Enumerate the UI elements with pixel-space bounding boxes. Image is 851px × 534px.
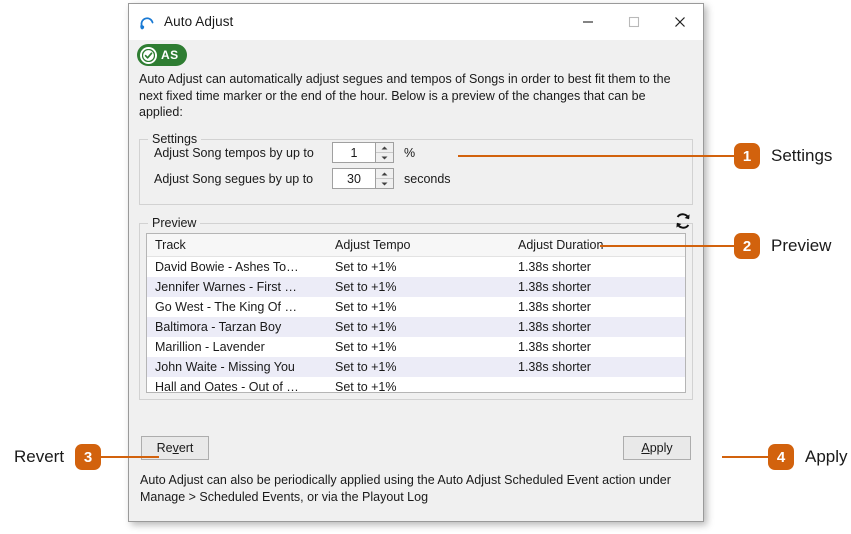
callout-label-1: Settings [771, 146, 833, 165]
apply-label-post: pply [649, 441, 673, 455]
segue-stepper-buttons [375, 169, 393, 188]
revert-label-post: ert [178, 441, 194, 455]
segue-decrement-button[interactable] [376, 179, 393, 188]
minimize-button[interactable] [565, 4, 611, 39]
status-badge-label: AS [161, 48, 179, 62]
cell-duration: 1.38s shorter [518, 299, 591, 314]
callout-settings: 1 Settings [458, 143, 832, 169]
footer-note: Auto Adjust can also be periodically app… [140, 473, 671, 504]
tempo-unit: % [404, 145, 416, 160]
callout-label-4: Apply [805, 447, 848, 466]
segue-label: Adjust Song segues by up to [154, 171, 314, 186]
status-badge: AS [137, 44, 188, 66]
cell-tempo: Set to +1% [335, 319, 397, 334]
table-row[interactable]: Marillion - Lavender Set to +1% 1.38s sh… [147, 336, 685, 357]
cell-track: Hall and Oates - Out of … [155, 379, 299, 393]
headphones-icon [138, 13, 156, 31]
refresh-icon[interactable] [671, 209, 695, 233]
table-row[interactable]: Jennifer Warnes - First … Set to +1% 1.3… [147, 276, 685, 297]
window-controls [565, 4, 703, 39]
cell-tempo: Set to +1% [335, 359, 397, 374]
window-title: Auto Adjust [164, 14, 234, 29]
segue-stepper[interactable]: 30 [332, 168, 394, 189]
table-row[interactable]: Go West - The King Of … Set to +1% 1.38s… [147, 296, 685, 317]
auto-adjust-dialog: Auto Adjust AS Auto Adjust can automatic… [128, 3, 704, 522]
tempo-decrement-button[interactable] [376, 153, 393, 162]
apply-label-mnemonic: A [641, 441, 650, 455]
setting-row-segue: Adjust Song segues by up to 30 seconds [154, 166, 692, 192]
check-circle-icon [140, 46, 157, 64]
maximize-button[interactable] [611, 4, 657, 39]
cell-duration: 1.38s shorter [518, 339, 591, 354]
preview-table-body: David Bowie - Ashes To… Set to +1% 1.38s… [147, 256, 685, 393]
cell-duration: 1.38s shorter [518, 259, 591, 274]
segue-increment-button[interactable] [376, 169, 393, 179]
callout-label-3: Revert [14, 447, 65, 466]
cell-duration: 1.38s shorter [518, 279, 591, 294]
callout-badge-4: 4 [768, 444, 794, 470]
preview-group-title: Preview [148, 215, 201, 230]
tempo-increment-button[interactable] [376, 143, 393, 153]
cell-duration [510, 377, 685, 392]
callout-badge-1: 1 [734, 143, 760, 169]
cell-tempo: Set to +1% [335, 379, 397, 393]
tempo-stepper[interactable]: 1 [332, 142, 394, 163]
tempo-stepper-buttons [375, 143, 393, 162]
cell-track: David Bowie - Ashes To… [155, 259, 299, 274]
title-bar[interactable]: Auto Adjust [129, 4, 703, 40]
tempo-value[interactable]: 1 [333, 143, 375, 162]
callout-badge-3: 3 [75, 444, 102, 470]
callout-revert: Revert 3 [14, 444, 160, 470]
callout-preview: 2 Preview [600, 233, 831, 259]
cell-track: Go West - The King Of … [155, 299, 297, 314]
table-row[interactable]: John Waite - Missing You Set to +1% 1.38… [147, 356, 685, 377]
cell-tempo: Set to +1% [335, 299, 397, 314]
cell-track: John Waite - Missing You [155, 359, 295, 374]
table-row[interactable]: Baltimora - Tarzan Boy Set to +1% 1.38s … [147, 316, 685, 337]
column-header-adjust-tempo[interactable]: Adjust Tempo [327, 233, 510, 257]
table-row[interactable]: Hall and Oates - Out of … Set to +1% [147, 376, 685, 393]
settings-group-title: Settings [148, 131, 202, 146]
cell-tempo: Set to +1% [335, 259, 397, 274]
status-badge-row: AS [129, 40, 703, 71]
dialog-footer: Re v ert Apply Auto Adjust can also be per… [129, 436, 703, 521]
callout-leader-line [600, 245, 734, 247]
cell-duration: 1.38s shorter [518, 319, 591, 334]
table-row[interactable]: David Bowie - Ashes To… Set to +1% 1.38s… [147, 256, 685, 277]
close-button[interactable] [657, 4, 703, 39]
cell-track: Marillion - Lavender [155, 339, 265, 354]
cell-tempo: Set to +1% [335, 279, 397, 294]
apply-button[interactable]: Apply [623, 436, 691, 460]
tempo-label: Adjust Song tempos by up to [154, 145, 314, 160]
callout-apply: 4 Apply [722, 444, 848, 470]
cell-track: Jennifer Warnes - First … [155, 279, 297, 294]
callout-leader-line [722, 456, 768, 458]
cell-track: Baltimora - Tarzan Boy [155, 319, 282, 334]
cell-tempo: Set to +1% [335, 339, 397, 354]
intro-text: Auto Adjust can automatically adjust seg… [139, 72, 671, 119]
callout-label-2: Preview [771, 236, 832, 255]
column-header-track[interactable]: Track [147, 233, 327, 257]
callout-leader-line [101, 456, 160, 458]
cell-duration: 1.38s shorter [518, 359, 591, 374]
callout-badge-2: 2 [734, 233, 760, 259]
callout-leader-line [458, 155, 734, 157]
segue-value[interactable]: 30 [333, 169, 375, 188]
segue-unit: seconds [404, 171, 451, 186]
